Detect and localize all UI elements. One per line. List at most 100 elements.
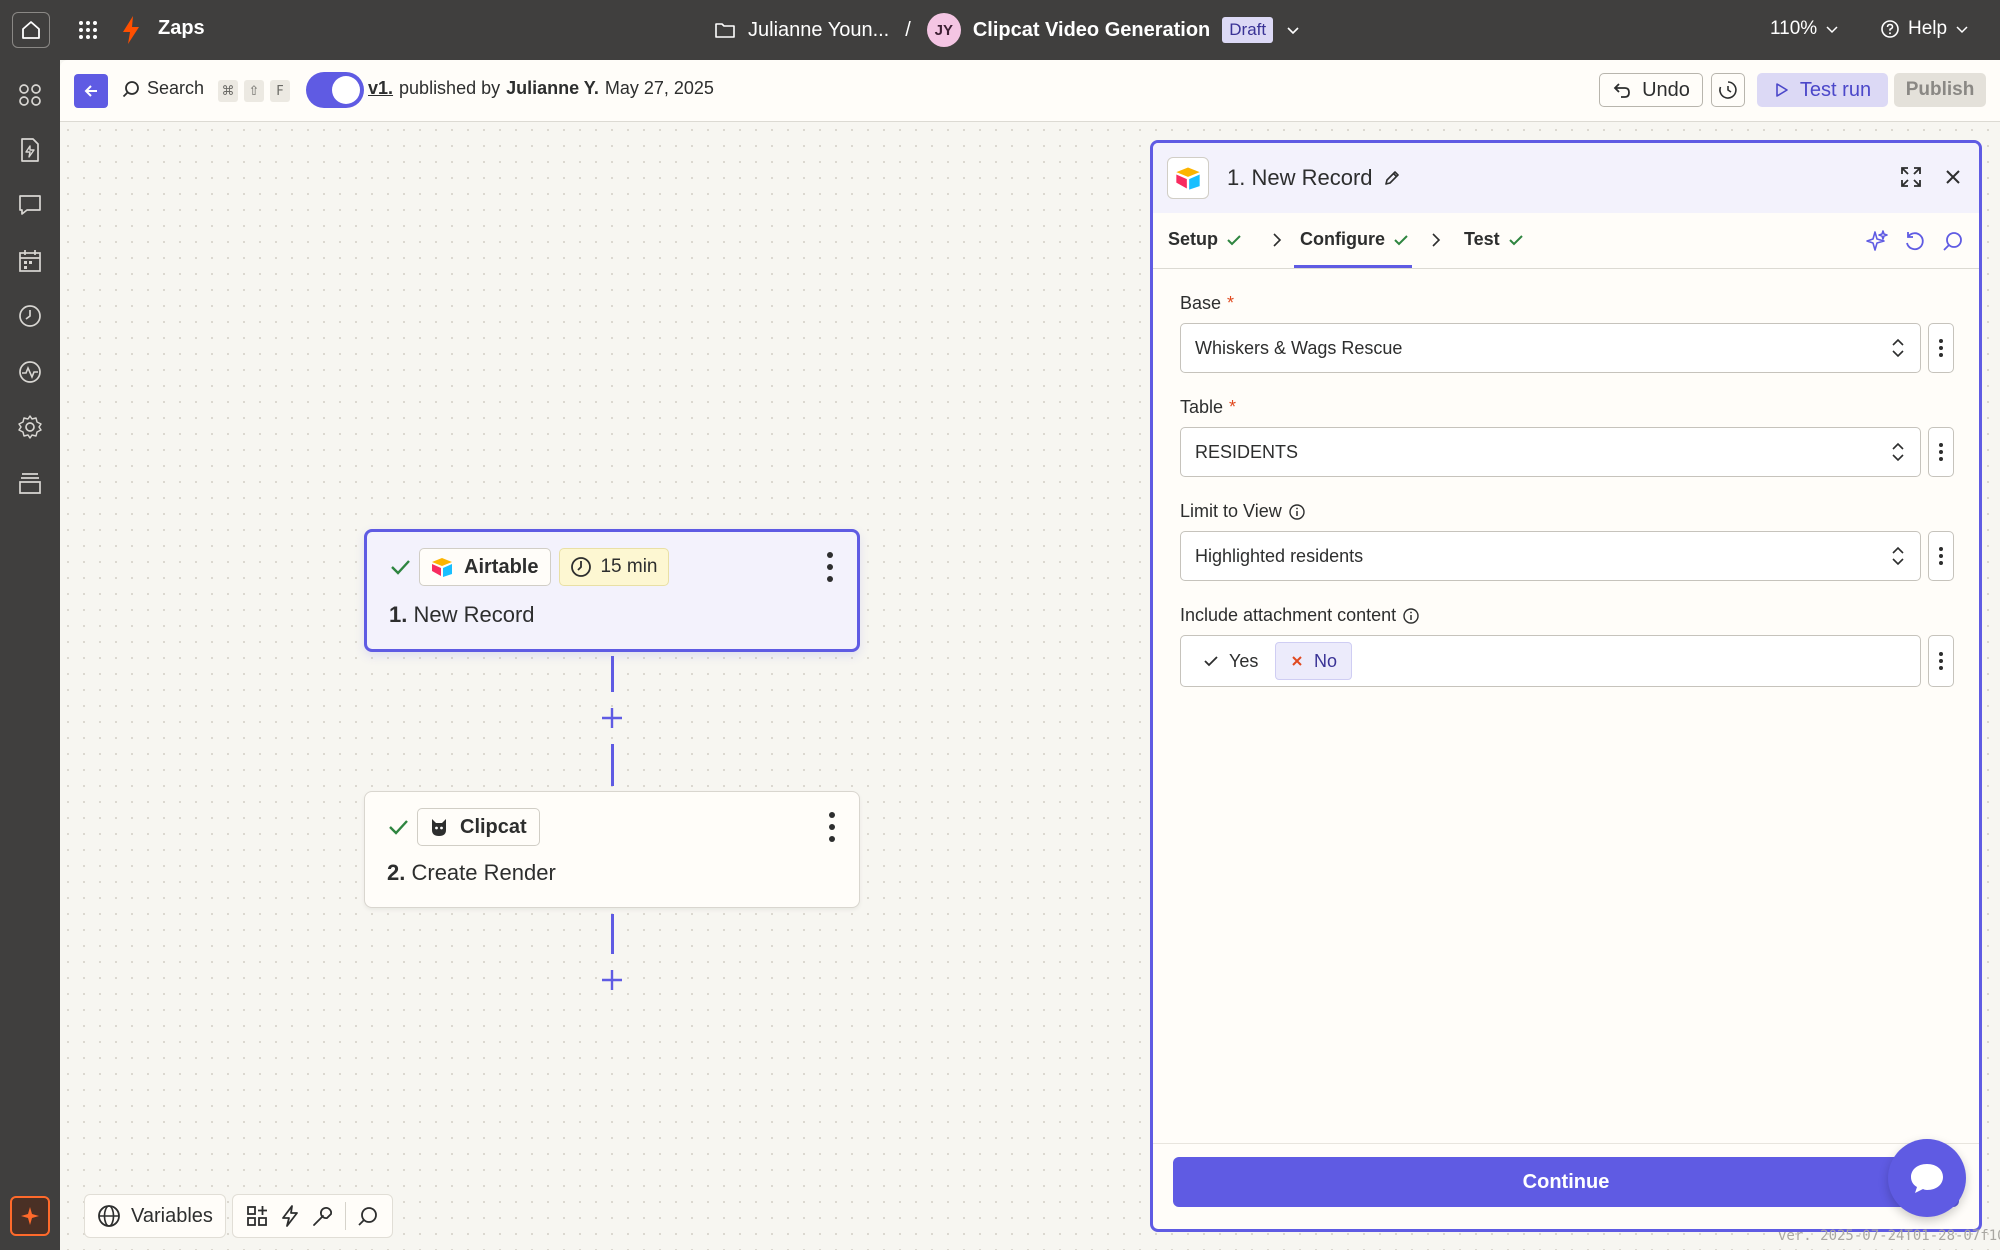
archive-icon[interactable] bbox=[16, 469, 44, 497]
app-name[interactable]: Zaps bbox=[158, 17, 205, 40]
tab-test[interactable]: Test bbox=[1464, 229, 1524, 250]
expand-icon[interactable] bbox=[1899, 165, 1923, 189]
tab-label: Setup bbox=[1168, 229, 1219, 249]
help-menu[interactable]: Help bbox=[1880, 18, 1969, 40]
globe-icon bbox=[98, 1205, 120, 1227]
step-card[interactable]: Airtable 15 min 1. New Record bbox=[364, 529, 860, 652]
apps-icon[interactable] bbox=[16, 81, 44, 109]
field-options-button[interactable] bbox=[1928, 531, 1954, 581]
interval-label: 15 min bbox=[600, 556, 658, 577]
step-connector bbox=[611, 744, 614, 786]
chevron-updown-icon bbox=[1892, 546, 1904, 566]
info-icon[interactable] bbox=[1402, 607, 1420, 625]
no-option[interactable]: No bbox=[1275, 642, 1353, 680]
check-icon bbox=[389, 820, 408, 835]
copilot-button[interactable] bbox=[10, 1196, 50, 1236]
app-grid-icon[interactable] bbox=[76, 18, 100, 42]
close-icon[interactable] bbox=[1943, 167, 1963, 187]
avatar: JY bbox=[926, 13, 961, 47]
step-number: 1. bbox=[389, 602, 408, 627]
undo-button[interactable]: Undo bbox=[1599, 73, 1703, 107]
zoom-control[interactable]: 110% bbox=[1770, 18, 1839, 40]
search-button[interactable]: Search bbox=[122, 78, 204, 99]
limit-to-view-label: Limit to View bbox=[1180, 501, 1306, 522]
zapier-bolt-icon bbox=[123, 16, 139, 44]
chevron-updown-icon bbox=[1892, 338, 1904, 358]
version-link[interactable]: v1. bbox=[368, 78, 393, 99]
zap-on-toggle[interactable] bbox=[306, 72, 364, 108]
search-icon bbox=[122, 80, 139, 97]
chevron-updown-icon bbox=[1892, 442, 1904, 462]
canvas-tools bbox=[231, 1194, 393, 1238]
refresh-icon[interactable] bbox=[1903, 229, 1927, 253]
back-button[interactable] bbox=[74, 74, 108, 108]
activity-icon[interactable] bbox=[16, 358, 44, 386]
breadcrumb: Julianne Youn... / JY Clipcat Video Gene… bbox=[714, 12, 1301, 48]
history-icon[interactable] bbox=[16, 302, 44, 330]
chevron-down-icon bbox=[1826, 26, 1838, 34]
test-run-button[interactable]: Test run bbox=[1757, 73, 1888, 107]
field-label-text: Base bbox=[1180, 293, 1222, 313]
step-card[interactable]: Clipcat 2. Create Render bbox=[364, 791, 860, 908]
clock-icon bbox=[571, 557, 592, 577]
version-history-button[interactable] bbox=[1711, 73, 1745, 107]
base-select[interactable]: Whiskers & Wags Rescue bbox=[1180, 323, 1921, 373]
yes-option[interactable]: Yes bbox=[1189, 642, 1272, 680]
step-menu-button[interactable] bbox=[827, 812, 837, 842]
folder-name[interactable]: Julianne Youn... bbox=[748, 19, 889, 42]
bolt-icon[interactable] bbox=[279, 1204, 301, 1228]
pencil-icon[interactable] bbox=[1383, 169, 1401, 187]
publisher-name: Julianne Y. bbox=[506, 78, 599, 98]
editor-toolbar: Search ⌘ ⇧ F v1. published by Julianne Y… bbox=[60, 60, 2000, 122]
info-icon[interactable] bbox=[1288, 503, 1306, 521]
app-chip: Clipcat bbox=[417, 808, 540, 846]
check-icon bbox=[1508, 234, 1523, 245]
field-options-button[interactable] bbox=[1928, 635, 1954, 687]
chat-support-button[interactable] bbox=[1888, 1139, 1966, 1217]
panel-header: 1. New Record bbox=[1153, 143, 1979, 213]
chevron-down-icon[interactable] bbox=[1285, 22, 1301, 38]
panel-title[interactable]: 1. New Record bbox=[1227, 165, 1401, 191]
limit-to-view-select[interactable]: Highlighted residents bbox=[1180, 531, 1921, 581]
shortcut-key: F bbox=[270, 80, 290, 102]
add-step-icon[interactable] bbox=[600, 706, 624, 730]
check-icon bbox=[1394, 234, 1408, 245]
ai-sparkle-icon[interactable] bbox=[1865, 229, 1889, 253]
clipcat-logo-icon bbox=[432, 819, 446, 836]
chat-icon[interactable] bbox=[16, 191, 44, 219]
tab-configure[interactable]: Configure bbox=[1300, 229, 1409, 250]
undo-icon bbox=[1613, 83, 1630, 98]
folder-icon bbox=[715, 23, 735, 38]
search-icon[interactable] bbox=[356, 1204, 380, 1228]
selected-value: Highlighted residents bbox=[1195, 545, 1364, 566]
variables-label: Variables bbox=[131, 1204, 213, 1227]
wrench-icon[interactable] bbox=[311, 1204, 335, 1228]
variables-button[interactable]: Variables bbox=[84, 1194, 226, 1238]
no-label: No bbox=[1314, 650, 1338, 671]
continue-button[interactable]: Continue bbox=[1173, 1157, 1959, 1207]
shortcut-key: ⌘ bbox=[218, 80, 238, 102]
field-options-button[interactable] bbox=[1928, 323, 1954, 373]
home-button[interactable] bbox=[12, 12, 50, 48]
help-icon bbox=[1881, 20, 1899, 38]
tab-setup[interactable]: Setup bbox=[1168, 229, 1242, 250]
field-options-button[interactable] bbox=[1928, 427, 1954, 477]
search-icon[interactable] bbox=[1941, 229, 1965, 253]
step-menu-button[interactable] bbox=[825, 552, 835, 582]
chevron-down-icon bbox=[1956, 26, 1968, 34]
zap-title[interactable]: Clipcat Video Generation bbox=[973, 19, 1210, 42]
add-step-icon[interactable] bbox=[600, 968, 624, 992]
airtable-logo-icon bbox=[432, 558, 452, 577]
table-label: Table * bbox=[1180, 397, 1236, 418]
step-title: 2. Create Render bbox=[387, 860, 556, 886]
x-icon bbox=[1292, 656, 1302, 666]
zap-file-icon[interactable] bbox=[16, 136, 44, 164]
table-select[interactable]: RESIDENTS bbox=[1180, 427, 1921, 477]
add-app-icon[interactable] bbox=[245, 1204, 269, 1228]
settings-icon[interactable] bbox=[16, 413, 44, 441]
calendar-icon[interactable] bbox=[16, 247, 44, 275]
play-icon bbox=[1776, 83, 1788, 97]
publish-button[interactable]: Publish bbox=[1894, 73, 1986, 107]
field-label-text: Table bbox=[1180, 397, 1224, 417]
left-sidebar bbox=[0, 60, 60, 1250]
